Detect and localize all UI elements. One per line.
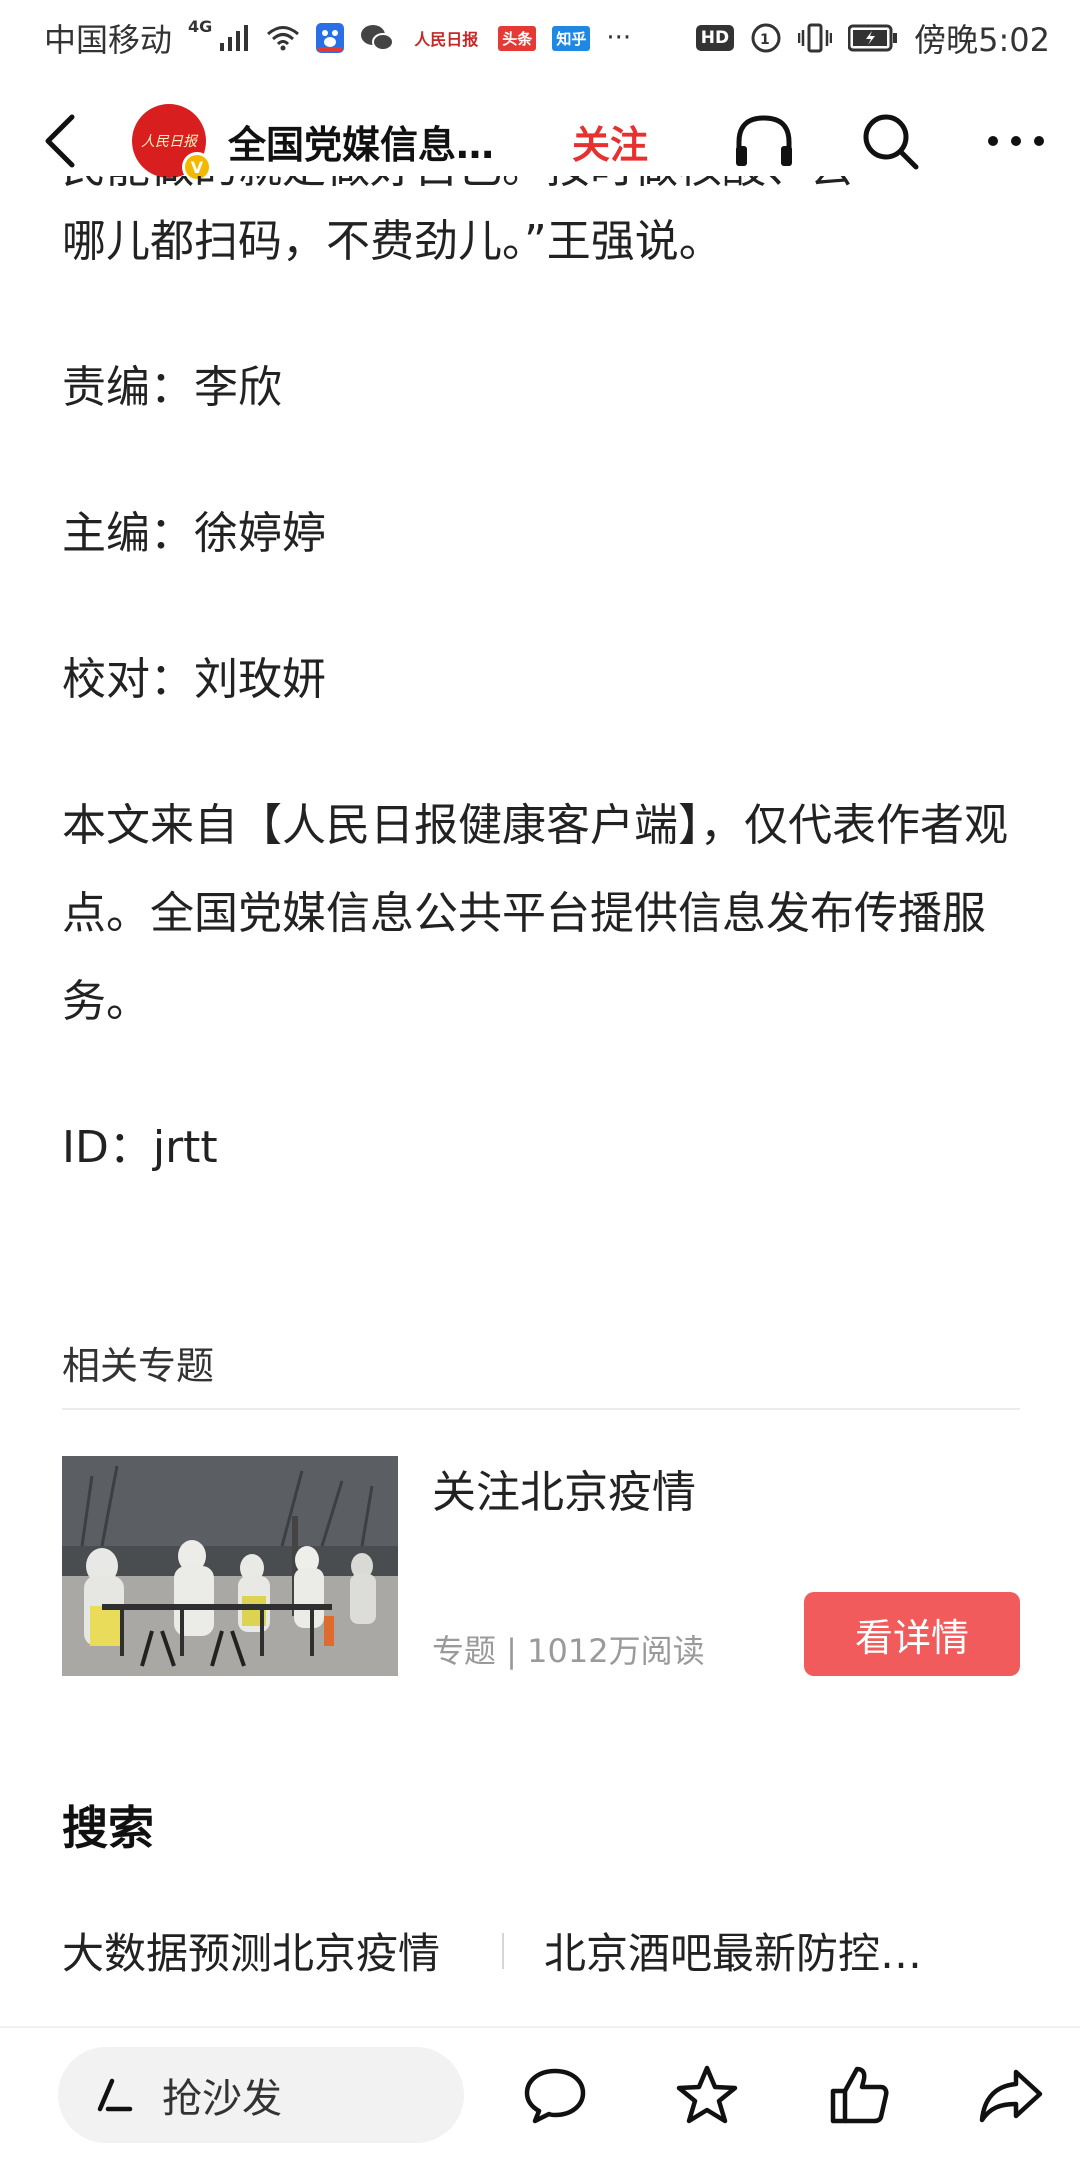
- status-right: HD 1 傍晚5:02: [695, 15, 1050, 61]
- zhihu-app-icon: 知乎: [552, 25, 591, 51]
- wechat-app-icon: [360, 24, 395, 52]
- toutiao-app-icon: 头条: [498, 25, 537, 51]
- baidu-app-icon: [316, 23, 345, 53]
- headphones-icon: [736, 115, 792, 166]
- topic-photo-image: [62, 1456, 398, 1676]
- signal-icon: [220, 25, 250, 51]
- vibrate-icon: [798, 22, 833, 54]
- share-button[interactable]: [976, 2060, 1046, 2130]
- more-dots-icon: [988, 136, 1044, 146]
- comments-button[interactable]: [520, 2060, 590, 2130]
- network-type: 4G: [188, 16, 213, 36]
- related-topics-header: 相关专题: [62, 1344, 215, 1388]
- account-name[interactable]: 全国党媒信息公共平台: [228, 114, 528, 169]
- related-topic-card[interactable]: 关注北京疫情 专题 | 1012万阅读 看详情: [62, 1456, 1020, 1676]
- editor-credit: 责编：李欣: [62, 362, 282, 413]
- search-separator: [502, 1932, 504, 1969]
- favorite-button[interactable]: [672, 2060, 742, 2130]
- topic-meta: 专题 | 1012万阅读: [432, 1632, 705, 1670]
- back-arrow-icon: [45, 114, 75, 168]
- search-suggestion[interactable]: 北京酒吧最新防控措施: [544, 1920, 944, 1981]
- more-button[interactable]: [984, 109, 1048, 173]
- view-details-button[interactable]: 看详情: [804, 1592, 1020, 1676]
- share-arrow-icon: [979, 2069, 1043, 2123]
- article-paragraph: 哪儿都扫码，不费劲儿。”王强说。: [62, 216, 723, 267]
- like-button[interactable]: [824, 2060, 894, 2130]
- avatar-logo-text: 人民日报: [141, 134, 197, 150]
- back-button[interactable]: [30, 101, 90, 181]
- bottom-icons: [520, 2060, 1050, 2130]
- svg-text:1: 1: [760, 32, 770, 48]
- status-bar: 中国移动 4G 人民日报 头条 知乎 ··· HD 1 傍晚5:02: [0, 0, 1080, 76]
- article-page: 中国移动 4G 人民日报 头条 知乎 ··· HD 1 傍晚5:02 人民日报 …: [0, 0, 1080, 2160]
- bottom-action-bar: 抢沙发: [0, 2040, 1080, 2150]
- wifi-icon: [266, 25, 300, 51]
- peoples-daily-app-icon: 人民日报: [414, 30, 479, 49]
- status-left: 中国移动 4G 人民日报 头条 知乎 ···: [44, 15, 631, 61]
- follow-button[interactable]: 关注: [572, 114, 648, 169]
- search-suggestions: 大数据预测北京疫情 北京酒吧最新防控措施: [62, 1920, 1022, 1981]
- comment-bubble-icon: [524, 2068, 586, 2124]
- proofreader-credit: 校对：刘玫妍: [62, 654, 326, 705]
- article-id: ID：jrtt: [62, 1122, 218, 1173]
- comment-placeholder: 抢沙发: [162, 2076, 282, 2122]
- search-suggestion[interactable]: 大数据预测北京疫情: [62, 1920, 558, 1981]
- chief-editor-credit: 主编：徐婷婷: [62, 508, 326, 559]
- comment-input[interactable]: 抢沙发: [58, 2047, 464, 2143]
- search-button[interactable]: [858, 109, 922, 173]
- pen-icon: [97, 2078, 133, 2112]
- dual-sim-icon: 1: [750, 22, 782, 54]
- bottom-divider: [0, 2026, 1080, 2028]
- more-notifications-icon: ···: [606, 23, 632, 53]
- clock: 傍晚5:02: [914, 21, 1050, 59]
- topic-title[interactable]: 关注北京疫情: [432, 1456, 696, 1520]
- topic-thumbnail[interactable]: [62, 1456, 398, 1676]
- nav-actions: [732, 109, 1048, 173]
- section-divider: [62, 1408, 1020, 1410]
- search-section-title: 搜索: [62, 1801, 154, 1855]
- account-avatar[interactable]: 人民日报 V: [132, 104, 212, 182]
- article-body: 民能做的就是做好自己。按时做核酸、去 哪儿都扫码，不费劲儿。”王强说。 责编：李…: [62, 176, 1022, 1250]
- star-icon: [676, 2065, 738, 2124]
- carrier-label: 中国移动: [44, 21, 173, 59]
- source-note: 本文来自【人民日报健康客户端】，仅代表作者观点。全国党媒信息公共平台提供信息发布…: [62, 800, 1008, 1027]
- search-icon: [863, 114, 919, 170]
- battery-icon: [848, 24, 898, 52]
- listen-button[interactable]: [732, 109, 796, 173]
- hd-icon: HD: [695, 25, 735, 51]
- thumbs-up-icon: [830, 2066, 889, 2124]
